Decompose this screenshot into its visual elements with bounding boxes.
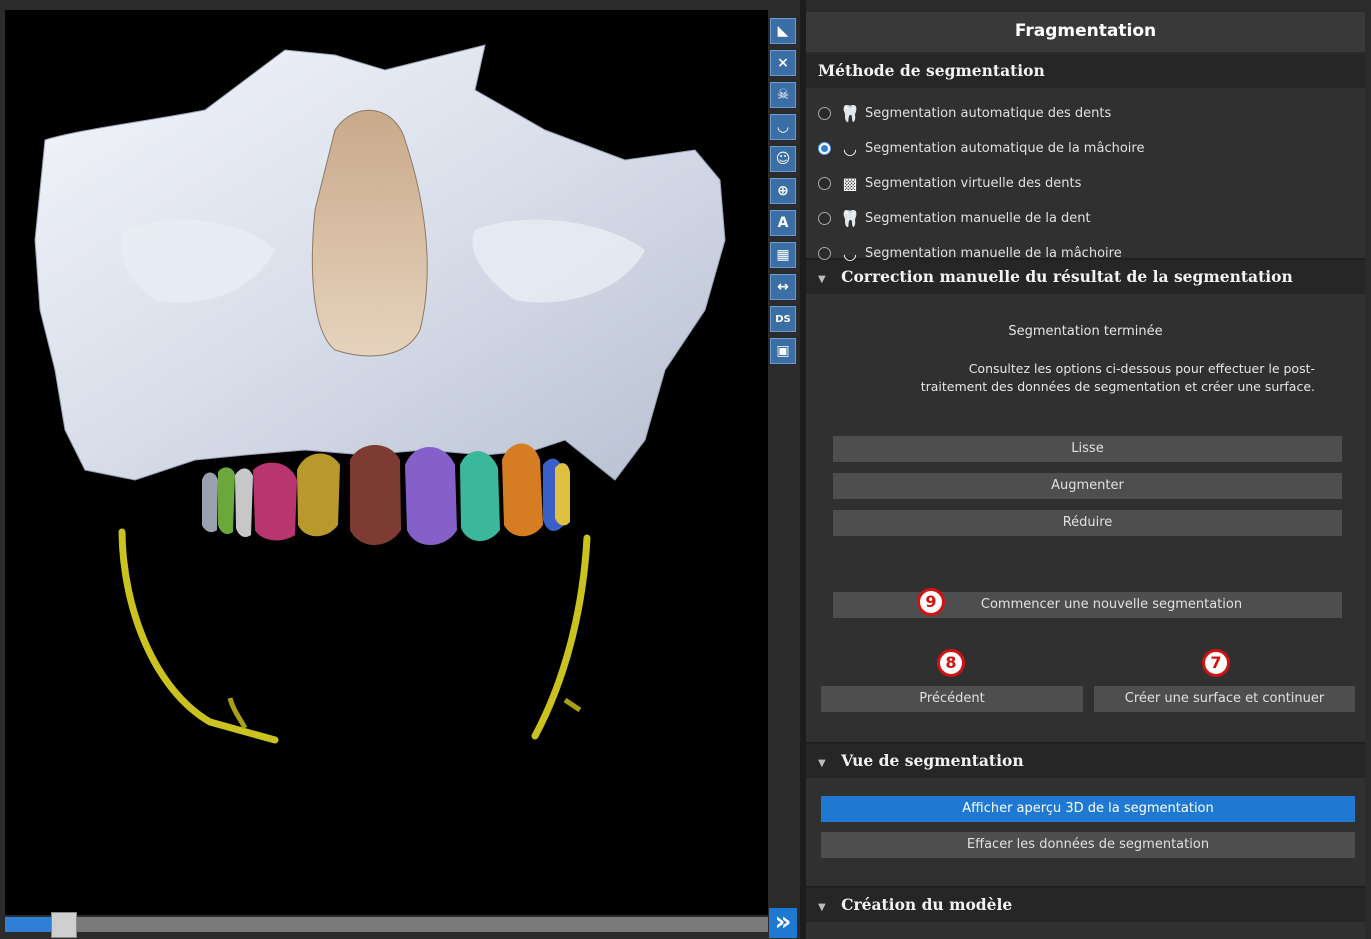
collapse-triangle-icon: ▼ [818, 758, 826, 769]
radio-button-selected[interactable] [818, 142, 831, 155]
fragmentation-panel: Fragmentation Méthode de segmentation 🦷 … [806, 12, 1365, 939]
model-section-header[interactable]: ▼ Création du modèle [806, 888, 1365, 922]
info-line-2: traitement des données de segmentation e… [920, 379, 1315, 394]
preview-3d-button[interactable]: Afficher aperçu 3D de la segmentation [821, 796, 1355, 822]
segmented-teeth [202, 443, 570, 545]
radio-button[interactable] [818, 247, 831, 260]
slider-thumb[interactable] [51, 912, 77, 938]
callout-badge-8: 8 [937, 649, 965, 677]
info-line-1: Consultez les options ci-dessous pour ef… [968, 361, 1315, 376]
nerve-canal-right [531, 534, 591, 740]
radio-button[interactable] [818, 212, 831, 225]
correction-header-label: Correction manuelle du résultat de la se… [841, 267, 1293, 286]
panel-title: Fragmentation [806, 12, 1365, 54]
correction-section: Segmentation terminée Consultez les opti… [806, 294, 1365, 742]
callout-badge-7: 7 [1202, 649, 1230, 677]
slider-fill [5, 917, 51, 932]
method-option-label: Segmentation manuelle de la dent [865, 211, 1091, 226]
face-icon[interactable]: ☺ [770, 146, 796, 172]
method-option-label: Segmentation virtuelle des dents [865, 176, 1082, 191]
view-header-label: Vue de segmentation [841, 751, 1024, 770]
expand-panel-button[interactable]: » [769, 908, 797, 938]
method-header-label: Méthode de segmentation [818, 61, 1045, 80]
nerve-canal-left [118, 528, 279, 744]
create-surface-button[interactable]: Créer une surface et continuer [1094, 686, 1355, 712]
new-segmentation-button[interactable]: Commencer une nouvelle segmentation [833, 592, 1342, 618]
previous-button[interactable]: Précédent [821, 686, 1083, 712]
tooth-manual-icon: 🦷 [840, 209, 860, 228]
segmentation-status: Segmentation terminée [1008, 324, 1163, 339]
collapse-triangle-icon: ▼ [818, 902, 826, 913]
skull-3d-render [34, 44, 726, 744]
view-section-header[interactable]: ▼ Vue de segmentation [806, 744, 1365, 778]
measure-icon[interactable]: ↔ [770, 274, 796, 300]
method-radio-group: 🦷 Segmentation automatique des dents ◡ S… [806, 88, 1365, 263]
method-option-label: Segmentation automatique des dents [865, 106, 1112, 121]
clear-segmentation-button[interactable]: Effacer les données de segmentation [821, 832, 1355, 858]
reduce-button[interactable]: Réduire [833, 510, 1342, 536]
correction-section-header[interactable]: ▼ Correction manuelle du résultat de la … [806, 260, 1365, 294]
model-header-label: Création du modèle [841, 895, 1013, 914]
method-option-virtual-teeth[interactable]: ▩ Segmentation virtuelle des dents [818, 166, 1365, 201]
grid-icon[interactable]: ▦ [770, 242, 796, 268]
radio-button[interactable] [818, 177, 831, 190]
method-option-label: Segmentation automatique de la mâchoire [865, 141, 1145, 156]
method-option-label: Segmentation manuelle de la mâchoire [865, 246, 1122, 261]
crop-icon[interactable]: ◣ [770, 18, 796, 44]
orientation-icon[interactable]: ⊕ [770, 178, 796, 204]
jaw-auto-icon: ◡ [843, 139, 857, 158]
callout-badge-9: 9 [917, 588, 945, 616]
increase-button[interactable]: Augmenter [833, 473, 1342, 499]
collapse-triangle-icon: ▼ [818, 274, 826, 285]
tooth-virtual-icon: ▩ [842, 174, 858, 193]
jaw-arch-icon[interactable]: ◡ [770, 114, 796, 140]
info-text: Consultez les options ci-dessous pour ef… [866, 360, 1315, 396]
method-option-manual-tooth[interactable]: 🦷 Segmentation manuelle de la dent [818, 201, 1365, 236]
smooth-button[interactable]: Lisse [833, 436, 1342, 462]
view-section: Afficher aperçu 3D de la segmentation Ef… [806, 778, 1365, 886]
tooth-auto-icon: 🦷 [840, 104, 860, 123]
method-option-auto-teeth[interactable]: 🦷 Segmentation automatique des dents [818, 96, 1365, 131]
slice-slider[interactable] [5, 912, 768, 938]
annotation-a-icon[interactable]: A [770, 210, 796, 236]
method-section-header: Méthode de segmentation [806, 54, 1365, 88]
radio-button[interactable] [818, 107, 831, 120]
3d-viewport[interactable] [5, 10, 768, 915]
view-toolbar: ◣ ⨯ ☠ ◡ ☺ ⊕ A ▦ ↔ DS ▣ [768, 18, 798, 370]
ds-icon[interactable]: DS [770, 306, 796, 332]
cut-plane-icon[interactable]: ⨯ [770, 50, 796, 76]
skull-icon[interactable]: ☠ [770, 82, 796, 108]
method-option-auto-jaw[interactable]: ◡ Segmentation automatique de la mâchoir… [818, 131, 1365, 166]
screenshot-icon[interactable]: ▣ [770, 338, 796, 364]
